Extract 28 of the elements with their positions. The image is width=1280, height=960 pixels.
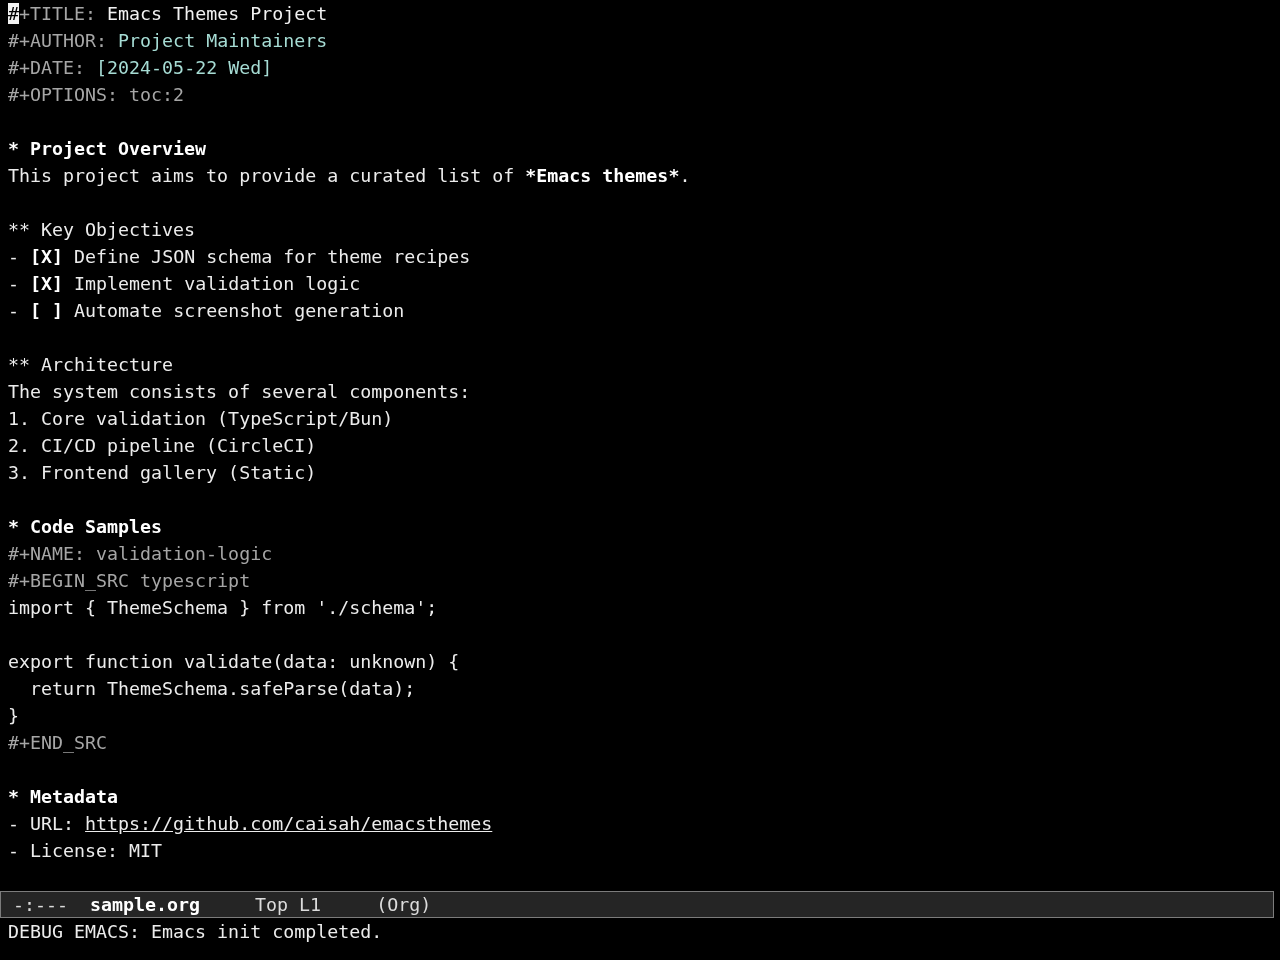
checklist-item: - [X] Implement validation logic bbox=[8, 272, 361, 296]
section-heading: * Metadata bbox=[8, 785, 119, 809]
org-keyword-line: #+DATE: [2024-05-22 Wed] bbox=[8, 56, 273, 80]
source-code-text: import { ThemeSchema } from './schema'; export function validate(data: unknown) { return ThemeSchema.safeParse(data); } bbox=[8, 596, 460, 728]
org-keyword-line: #+OPTIONS: toc:2 bbox=[8, 83, 185, 107]
paragraph: The system consists of several components: bbox=[8, 380, 471, 404]
list-item: 3. Frontend gallery (Static) bbox=[8, 461, 317, 485]
list-item: - URL: https://github.com/caisah/emacsthemes bbox=[8, 812, 493, 836]
list-item: 1. Core validation (TypeScript/Bun) bbox=[8, 407, 394, 431]
src-block-name: #+NAME: validation-logic bbox=[8, 542, 273, 566]
section-heading: ** Architecture bbox=[8, 353, 174, 377]
url-link[interactable]: https://github.com/caisah/emacsthemes bbox=[85, 813, 493, 834]
buffer-name: sample.org bbox=[90, 893, 201, 917]
list-item: 2. CI/CD pipeline (CircleCI) bbox=[8, 434, 317, 458]
checklist-item: - [ ] Automate screenshot generation bbox=[8, 299, 405, 323]
modified-status: -:--- bbox=[13, 893, 69, 917]
section-heading: * Code Samples bbox=[8, 515, 163, 539]
src-block-begin: #+BEGIN_SRC typescript bbox=[8, 569, 251, 593]
section-heading: ** Key Objectives bbox=[8, 218, 196, 242]
paragraph: This project aims to provide a curated list of *Emacs themes*. bbox=[8, 164, 691, 188]
src-block-end: #+END_SRC bbox=[8, 731, 108, 755]
major-mode: (Org) bbox=[376, 893, 432, 917]
section-heading: * Project Overview bbox=[8, 137, 207, 161]
cursor-position: Top L1 bbox=[255, 893, 322, 917]
echo-area-message: DEBUG EMACS: Emacs init completed. bbox=[8, 921, 383, 942]
list-item: - License: MIT bbox=[8, 839, 163, 863]
checklist-item: - [X] Define JSON schema for theme recipes bbox=[8, 245, 471, 269]
org-keyword-line: #+AUTHOR: Project Maintainers bbox=[8, 29, 328, 53]
